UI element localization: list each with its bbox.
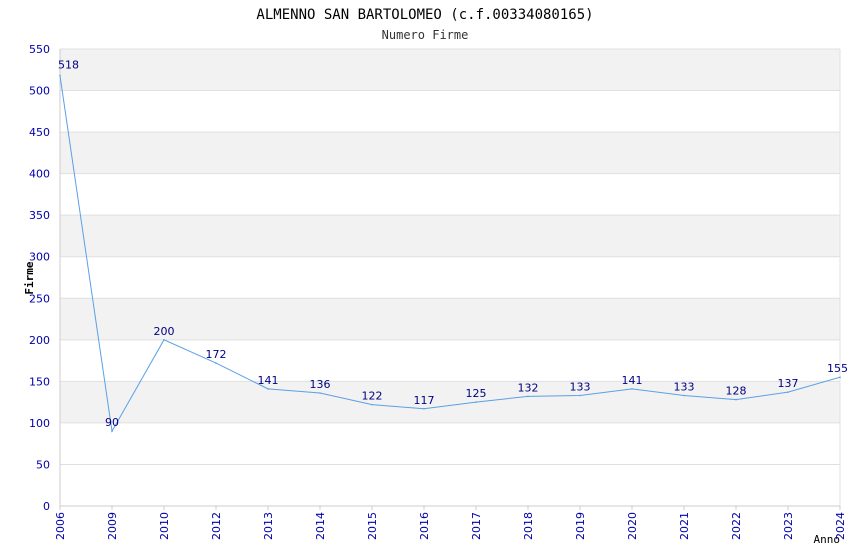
data-label: 122 (362, 390, 383, 403)
grid-band (60, 215, 840, 257)
x-tick-label: 2019 (574, 512, 587, 540)
data-label: 141 (258, 374, 279, 387)
data-label: 172 (206, 348, 227, 361)
y-tick-label: 100 (29, 417, 50, 430)
y-tick-label: 400 (29, 168, 50, 181)
data-label: 132 (518, 381, 539, 394)
data-label: 90 (105, 416, 119, 429)
axes (59, 49, 840, 507)
data-label: 137 (778, 377, 799, 390)
grid-band (60, 298, 840, 340)
data-point (527, 395, 529, 398)
data-point (111, 430, 113, 433)
data-point (423, 407, 425, 410)
y-tick-label: 550 (29, 43, 50, 56)
grid-band (60, 49, 840, 91)
y-tick-label: 50 (36, 458, 50, 471)
data-point (163, 339, 165, 341)
data-label: 200 (154, 325, 175, 338)
x-tick-label: 2015 (366, 512, 379, 540)
data-point (371, 403, 373, 406)
data-point (683, 394, 685, 397)
x-tick-label: 2017 (470, 512, 483, 540)
data-point (839, 376, 841, 379)
x-tick-label: 2013 (262, 512, 275, 540)
grid-bands (60, 49, 840, 423)
data-label: 136 (310, 378, 331, 391)
data-label: 128 (726, 385, 747, 398)
x-tick-label: 2014 (314, 512, 327, 540)
chart-title: ALMENNO SAN BARTOLOMEO (c.f.00334080165) (256, 7, 593, 23)
data-label: 518 (58, 59, 79, 72)
y-tick-label: 500 (29, 85, 50, 98)
y-tick-label: 150 (29, 375, 50, 388)
x-tick-label: 2018 (522, 512, 535, 540)
y-tick-label: 450 (29, 126, 50, 139)
x-axis-label: Anno (814, 533, 841, 546)
x-tick-label: 2022 (730, 512, 743, 540)
x-tick-label: 2016 (418, 512, 431, 540)
data-label: 133 (674, 380, 695, 393)
x-tick-label: 2010 (158, 512, 171, 540)
data-point (215, 362, 217, 364)
data-point (579, 394, 581, 397)
data-label: 155 (827, 362, 848, 375)
data-label: 133 (570, 380, 591, 393)
data-point (787, 391, 789, 393)
data-point (475, 401, 477, 403)
data-label: 141 (622, 374, 643, 387)
y-tick-label: 0 (43, 500, 50, 513)
x-tick-label: 2006 (54, 512, 67, 540)
x-tick-label: 2012 (210, 512, 223, 540)
data-point (319, 392, 321, 394)
x-tick-label: 2023 (782, 512, 795, 540)
data-point (631, 388, 633, 390)
x-tick-label: 2009 (106, 512, 119, 540)
data-label: 125 (466, 387, 487, 400)
y-tick-label: 350 (29, 209, 50, 222)
data-label: 117 (414, 394, 435, 407)
y-axis-label: Firme (23, 261, 36, 294)
grid-lines (59, 48, 841, 510)
x-tick-label: 2021 (678, 512, 691, 540)
grid-band (60, 132, 840, 174)
data-point (735, 398, 737, 401)
x-tick-label: 2020 (626, 512, 639, 540)
chart-subtitle: Numero Firme (382, 28, 469, 42)
x-tick-labels: 2006 2009 2010 2012 2013 2014 2015 2016 2017 2018… (54, 512, 847, 540)
grid-band (60, 381, 840, 423)
line-chart: 050100150200250300350400450500550 2006 20… (23, 7, 848, 546)
data-point (59, 74, 61, 77)
data-point (267, 388, 269, 390)
y-tick-label: 200 (29, 334, 50, 347)
